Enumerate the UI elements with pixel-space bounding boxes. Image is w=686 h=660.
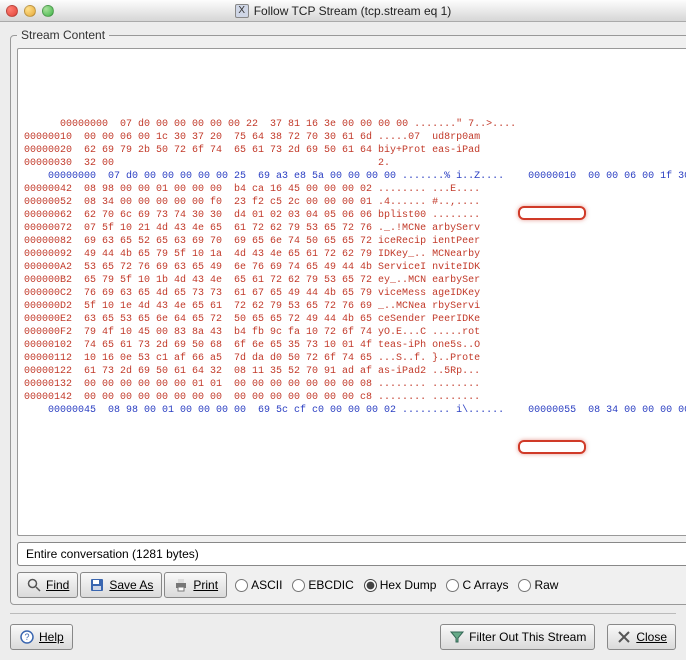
zoom-window-button[interactable] [42,5,54,17]
format-radio-group: ASCII EBCDIC Hex Dump C Arrays Raw [235,578,558,592]
print-button-label: Print [193,578,218,592]
hex-line[interactable]: 000000A2 53 65 72 76 69 63 65 49 6e 76 6… [24,262,480,273]
hex-line[interactable]: 00000010 00 00 06 00 1f 30 73 20 33 68 6… [504,170,686,183]
hex-line[interactable]: 00000052 08 34 00 00 00 00 00 f0 23 f2 c… [24,197,480,208]
callout-box-3 [518,206,586,220]
hex-line[interactable]: 00000122 61 73 2d 69 50 61 64 32 08 11 3… [24,366,480,377]
hex-line[interactable]: 00000112 10 16 0e 53 c1 af 66 a5 7d da d… [24,353,480,364]
toolbar: Find Save As Print ASCII EBCDIC Hex Dump… [17,572,686,598]
close-button-label: Close [636,630,667,644]
hex-line[interactable]: 00000055 08 34 00 00 00 00 00 00 73 e2 f… [504,404,686,417]
hex-line[interactable]: 00000010 00 00 06 00 1c 30 37 20 75 64 3… [24,132,480,143]
save-icon [89,577,105,593]
hex-line[interactable]: 00000092 49 44 4b 65 79 5f 10 1a 4d 43 4… [24,249,480,260]
close-icon [616,629,632,645]
hex-line[interactable]: 00000045 08 98 00 01 00 00 00 00 69 5c c… [24,404,504,417]
window-controls [6,5,54,17]
conversation-dropdown-label: Entire conversation (1281 bytes) [26,547,199,561]
hex-line[interactable]: 00000102 74 65 61 73 2d 69 50 68 6f 6e 6… [24,340,480,351]
hex-line[interactable]: 00000142 00 00 00 00 00 00 00 00 00 00 0… [24,392,480,403]
hex-line[interactable]: 00000062 62 70 6c 69 73 74 30 30 d4 01 0… [24,210,480,221]
hex-viewer[interactable]: 00000000 07 d0 00 00 00 00 00 22 37 81 1… [18,49,686,535]
hex-line[interactable]: 00000020 62 69 79 2b 50 72 6f 74 65 61 7… [24,145,480,156]
hex-line[interactable]: 00000072 07 5f 10 21 4d 43 4e 65 61 72 6… [24,223,480,234]
separator [10,613,676,614]
app-icon: X [235,4,249,18]
radio-hexdump[interactable]: Hex Dump [364,578,437,592]
hex-line[interactable]: 00000082 69 63 65 52 65 63 69 70 69 65 6… [24,236,480,247]
stream-content-legend: Stream Content [17,28,109,42]
conversation-dropdown[interactable]: Entire conversation (1281 bytes) ▾ [17,542,686,566]
hex-line[interactable]: 00000042 08 98 00 00 01 00 00 00 b4 ca 1… [24,184,480,195]
hex-line[interactable]: 00000000 07 d0 00 00 00 00 00 22 37 81 1… [60,119,516,130]
hex-line[interactable]: 000000D2 5f 10 1e 4d 43 4e 65 61 72 62 7… [24,301,480,312]
hex-line[interactable]: 000000E2 63 65 53 65 6e 64 65 72 50 65 6… [24,314,480,325]
save-as-button[interactable]: Save As [80,572,162,598]
hex-line[interactable]: 00000030 32 00 2. [24,158,390,169]
print-button[interactable]: Print [164,572,227,598]
save-as-button-label: Save As [109,578,153,592]
filter-out-button-label: Filter Out This Stream [469,630,586,644]
radio-raw[interactable]: Raw [518,578,558,592]
title-bar: X Follow TCP Stream (tcp.stream eq 1) [0,0,686,22]
window-content: Stream Content 00000000 07 d0 00 00 00 0… [0,22,686,660]
window-title: Follow TCP Stream (tcp.stream eq 1) [254,4,452,18]
hex-line[interactable]: 00000132 00 00 00 00 00 00 01 01 00 00 0… [24,379,480,390]
find-button-label: Find [46,578,69,592]
window-title-wrap: X Follow TCP Stream (tcp.stream eq 1) [0,4,686,18]
svg-text:?: ? [24,632,29,642]
print-icon [173,577,189,593]
callout-box-4 [518,440,586,454]
radio-carrays[interactable]: C Arrays [446,578,508,592]
help-button[interactable]: ? Help [10,624,73,650]
stream-content-fieldset: Stream Content 00000000 07 d0 00 00 00 0… [10,28,686,605]
close-button[interactable]: Close [607,624,676,650]
hex-line[interactable]: 000000C2 76 69 63 65 4d 65 73 73 61 67 6… [24,288,480,299]
find-button[interactable]: Find [17,572,78,598]
hex-line[interactable]: 000000F2 79 4f 10 45 00 83 8a 43 b4 fb 9… [24,327,480,338]
hex-line[interactable]: 00000000 07 d0 00 00 00 00 00 25 69 a3 e… [24,170,504,183]
minimize-window-button[interactable] [24,5,36,17]
hex-viewer-wrap: 00000000 07 d0 00 00 00 00 00 22 37 81 1… [17,48,686,536]
search-icon [26,577,42,593]
close-window-button[interactable] [6,5,18,17]
radio-ascii[interactable]: ASCII [235,578,282,592]
help-icon: ? [19,629,35,645]
radio-ebcdic[interactable]: EBCDIC [292,578,353,592]
footer-bar: ? Help Filter Out This Stream Close [10,624,676,650]
hex-line[interactable]: 000000B2 65 79 5f 10 1b 4d 43 4e 65 61 7… [24,275,480,286]
filter-icon [449,629,465,645]
filter-out-button[interactable]: Filter Out This Stream [440,624,595,650]
help-button-label: Help [39,630,64,644]
